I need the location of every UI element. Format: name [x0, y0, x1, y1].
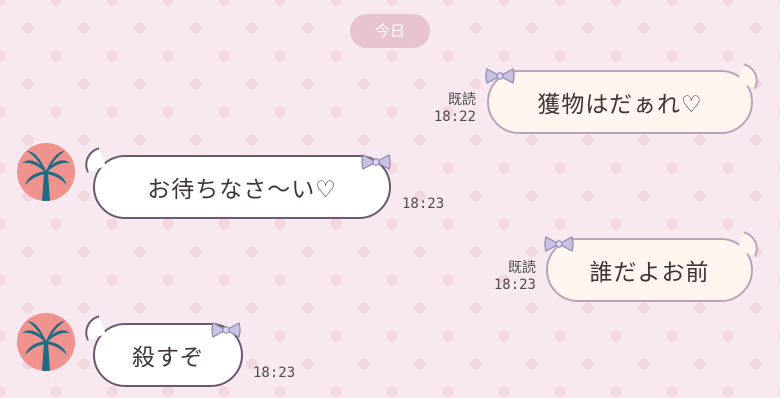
message-meta: 既読 18:22	[418, 92, 476, 126]
ribbon-bow-icon	[211, 322, 241, 338]
read-receipt: 既読	[448, 92, 476, 108]
message-bubble-incoming[interactable]: お待ちなさ〜い♡	[93, 155, 391, 219]
message-meta: 既読 18:23	[478, 260, 536, 294]
message-meta: 18:23	[253, 365, 295, 382]
avatar[interactable]	[17, 143, 75, 201]
date-separator: 今日	[350, 14, 430, 48]
message-text: 獲物はだぁれ♡	[537, 92, 703, 118]
palm-tree-icon	[22, 151, 70, 201]
message-text: お待ちなさ〜い♡	[147, 177, 337, 203]
ribbon-bow-icon	[361, 154, 391, 170]
message-time: 18:23	[253, 365, 296, 381]
ribbon-bow-icon	[485, 68, 515, 84]
avatar[interactable]	[17, 313, 75, 371]
message-text: 殺すぞ	[132, 345, 204, 371]
read-receipt: 既読	[508, 260, 536, 276]
palm-tree-icon	[22, 321, 70, 371]
message-bubble-outgoing[interactable]: 獲物はだぁれ♡	[487, 70, 753, 134]
message-meta: 18:23	[402, 196, 444, 213]
message-time: 18:23	[402, 196, 445, 212]
message-time: 18:23	[493, 277, 536, 293]
message-time: 18:22	[433, 109, 476, 125]
ribbon-bow-icon	[544, 236, 574, 252]
message-text: 誰だよお前	[589, 260, 710, 286]
message-bubble-outgoing[interactable]: 誰だよお前	[546, 238, 753, 302]
